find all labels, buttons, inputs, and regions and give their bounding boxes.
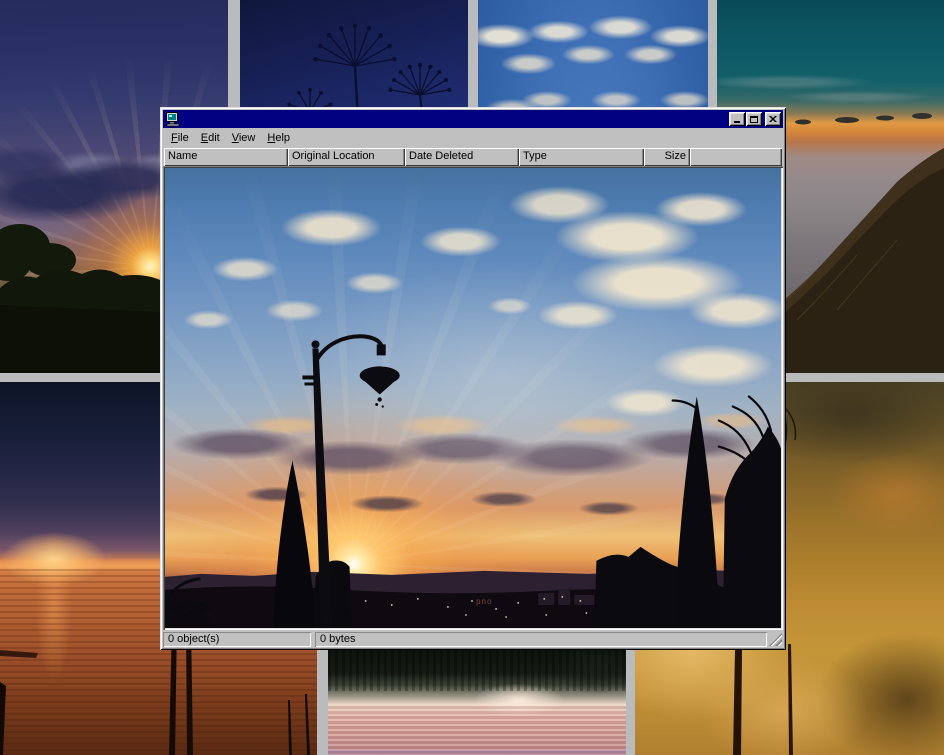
computer-icon [165, 112, 181, 127]
recycle-bin-window: File Edit View Help Name Original Locati… [160, 107, 786, 650]
column-header-row: Name Original Location Date Deleted Type… [163, 148, 783, 166]
status-byte-count: 0 bytes [315, 632, 767, 647]
menu-edit[interactable]: Edit [195, 130, 226, 146]
column-header-date-deleted[interactable]: Date Deleted [405, 148, 519, 166]
column-header-blank[interactable] [690, 148, 782, 166]
column-header-type[interactable]: Type [519, 148, 644, 166]
menu-bar: File Edit View Help [163, 128, 783, 148]
resize-grip[interactable] [769, 633, 782, 646]
column-header-size[interactable]: Size [644, 148, 690, 166]
menu-file[interactable]: File [165, 130, 195, 146]
photo-watermark: pno [476, 597, 492, 606]
maximize-icon [750, 116, 758, 123]
desktop-wallpaper: File Edit View Help Name Original Locati… [0, 0, 944, 755]
minimize-button[interactable] [729, 112, 745, 126]
status-bar: 0 object(s) 0 bytes [163, 630, 783, 647]
column-header-name[interactable]: Name [164, 148, 288, 166]
list-view-area[interactable]: pno [163, 166, 783, 630]
column-header-original-location[interactable]: Original Location [288, 148, 405, 166]
maximize-button[interactable] [746, 112, 762, 126]
pink-ripples [328, 704, 626, 755]
sunset-lamppost-photo: pno [165, 168, 781, 628]
menu-view[interactable]: View [226, 130, 262, 146]
close-button[interactable] [765, 112, 781, 126]
close-icon [769, 116, 777, 123]
minimize-icon [734, 121, 740, 123]
reflection-streaks [328, 648, 626, 691]
menu-help[interactable]: Help [261, 130, 296, 146]
status-object-count: 0 object(s) [163, 632, 311, 647]
window-titlebar[interactable] [163, 110, 783, 128]
foreground-silhouettes [165, 168, 781, 628]
